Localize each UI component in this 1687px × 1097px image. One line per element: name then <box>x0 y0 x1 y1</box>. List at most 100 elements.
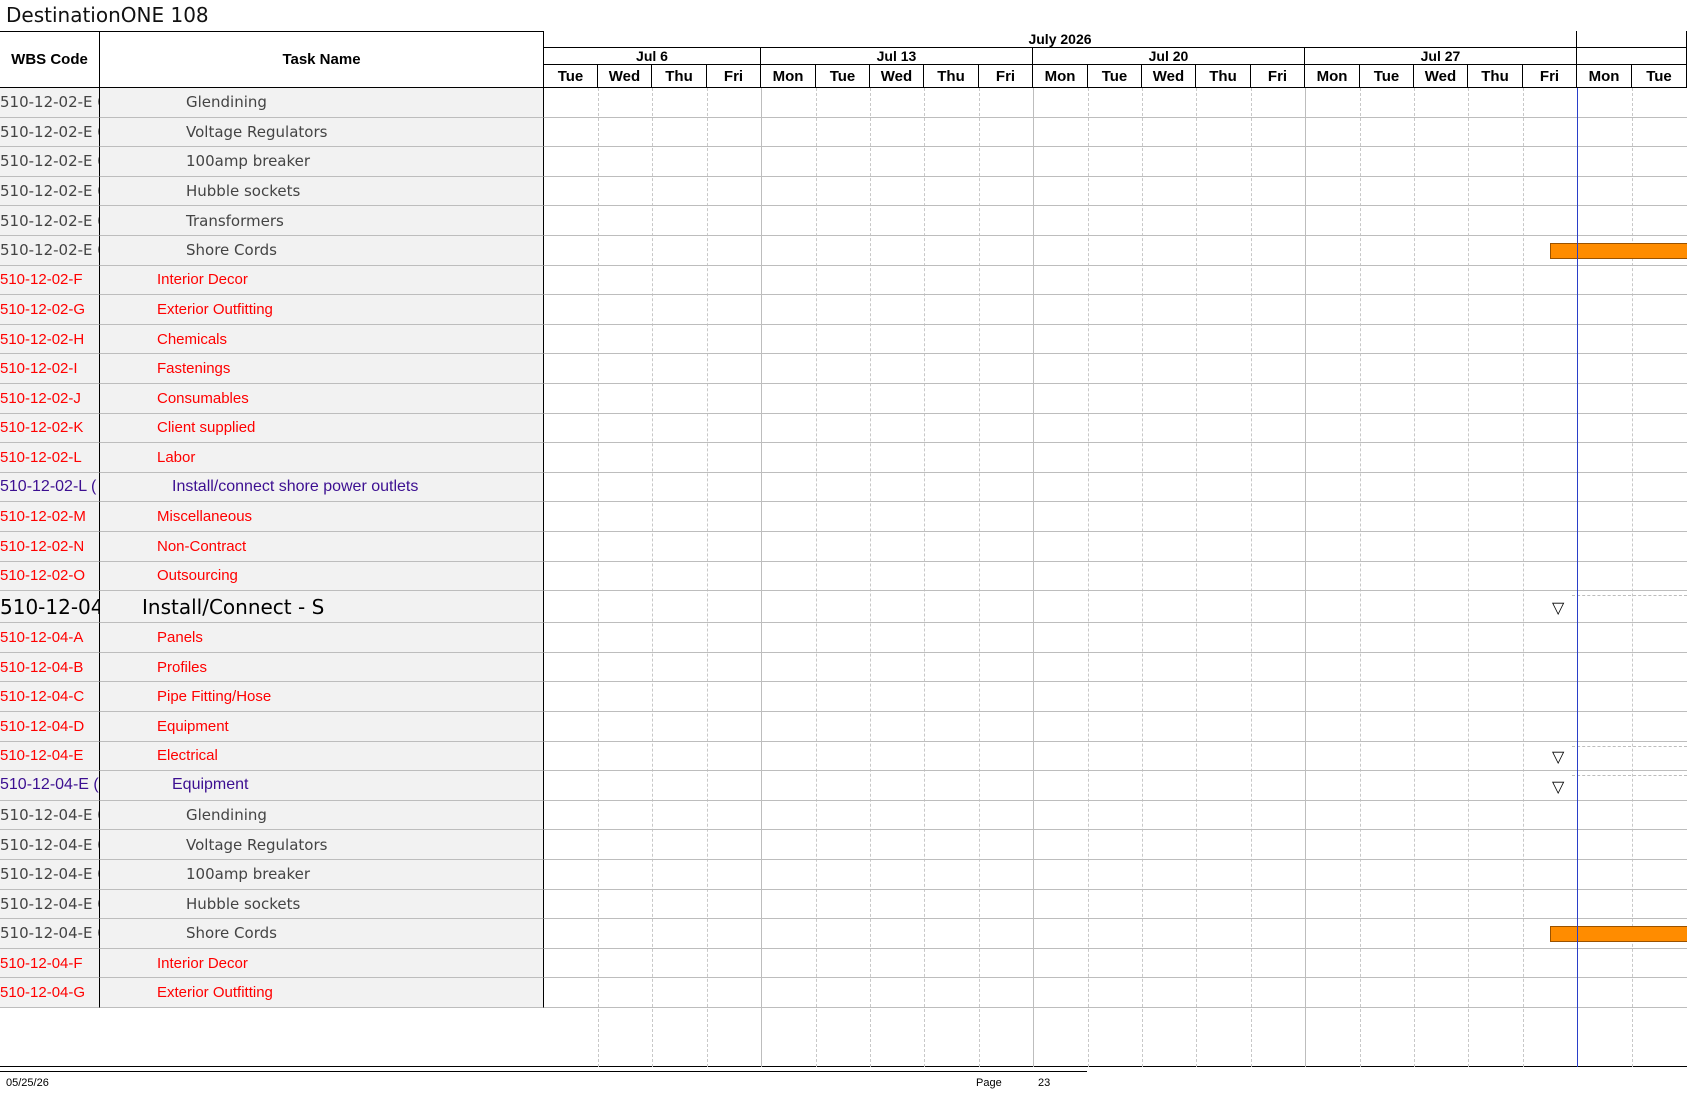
task-bar[interactable] <box>1550 242 1687 259</box>
task-bar[interactable] <box>1550 926 1687 942</box>
table-row[interactable]: 510-12-04-D Equipment <box>0 712 544 742</box>
summary-start-marker-icon[interactable]: ▽ <box>1552 750 1564 766</box>
task-name-cell[interactable]: Glendining <box>100 800 544 831</box>
wbs-code-cell[interactable]: 510-12-04-E ( <box>0 771 100 801</box>
task-name-cell[interactable]: Miscellaneous <box>100 502 544 532</box>
table-row[interactable]: 510-12-02-E 0 100amp breaker <box>0 147 544 177</box>
wbs-column-header[interactable]: WBS Code <box>0 31 100 88</box>
wbs-code-cell[interactable]: 510-12-02-L <box>0 443 100 473</box>
task-name-cell[interactable]: Hubble sockets <box>100 889 544 920</box>
task-name-cell[interactable]: 100amp breaker <box>100 860 544 890</box>
table-row[interactable]: 510-12-02-E 0 Transformers <box>0 206 544 236</box>
table-row[interactable]: 510-12-02-K Client supplied <box>0 413 544 444</box>
task-name-cell[interactable]: Consumables <box>100 384 544 414</box>
task-name-cell[interactable]: Electrical <box>100 741 544 772</box>
task-name-cell[interactable]: Shore Cords <box>100 919 544 949</box>
table-row[interactable]: 510-12-02-N Non-Contract <box>0 532 544 562</box>
table-row[interactable]: 510-12-04-E 0 Shore Cords <box>0 919 544 949</box>
task-name-cell[interactable]: Shore Cords <box>100 236 544 266</box>
wbs-code-cell[interactable]: 510-12-02-F <box>0 265 100 296</box>
task-name-cell[interactable]: Fastenings <box>100 354 544 384</box>
summary-start-marker-icon[interactable]: ▽ <box>1552 780 1564 796</box>
wbs-code-cell[interactable]: 510-12-04-B <box>0 652 100 683</box>
table-row[interactable]: 510-12-02-I Fastenings <box>0 354 544 384</box>
task-name-cell[interactable]: Transformers <box>100 206 544 236</box>
table-row[interactable]: 510-12-04-E (Equipment <box>0 771 544 801</box>
wbs-code-cell[interactable]: 510-12-02-I <box>0 354 100 384</box>
table-row[interactable]: 510-12-04-E 0 Glendining <box>0 800 544 831</box>
task-name-cell[interactable]: Non-Contract <box>100 532 544 562</box>
wbs-code-cell[interactable]: 510-12-02-E 0 <box>0 147 100 177</box>
wbs-code-cell[interactable]: 510-12-04-E 0 <box>0 860 100 890</box>
wbs-code-cell[interactable]: 510-12-02-K <box>0 413 100 444</box>
task-name-cell[interactable]: Pipe Fitting/Hose <box>100 682 544 712</box>
table-row[interactable]: 510-12-02-E 0 Glendining <box>0 88 544 118</box>
wbs-code-cell[interactable]: 510-12-02-E 0 <box>0 236 100 266</box>
wbs-code-cell[interactable]: 510-12-04-E 0 <box>0 830 100 860</box>
wbs-code-cell[interactable]: 510-12-02-G <box>0 295 100 325</box>
table-row[interactable]: 510-12-02-E 0 Voltage Regulators <box>0 117 544 148</box>
wbs-code-cell[interactable]: 510-12-04-C <box>0 682 100 712</box>
summary-start-marker-icon[interactable]: ▽ <box>1552 601 1564 617</box>
task-name-cell[interactable]: Client supplied <box>100 413 544 444</box>
task-name-cell[interactable]: Panels <box>100 623 544 653</box>
table-row[interactable]: 510-12-04-F Interior Decor <box>0 948 544 979</box>
wbs-code-cell[interactable]: 510-12-04-F <box>0 948 100 979</box>
table-row[interactable]: 510-12-04-C Pipe Fitting/Hose <box>0 682 544 712</box>
task-name-cell[interactable]: Equipment <box>100 712 544 742</box>
table-row[interactable]: 510-12-04-E 0 100amp breaker <box>0 860 544 890</box>
task-name-cell[interactable]: 100amp breaker <box>100 147 544 177</box>
task-name-cell[interactable]: Exterior Outfitting <box>100 295 544 325</box>
wbs-code-cell[interactable]: 510-12-04-E 0 <box>0 889 100 920</box>
gantt-chart-area[interactable]: ▽ ▽ ▽ <box>544 88 1687 1067</box>
task-name-cell[interactable]: Hubble sockets <box>100 176 544 207</box>
task-name-cell[interactable]: Interior Decor <box>100 948 544 979</box>
wbs-code-cell[interactable]: 510-12-04-G <box>0 978 100 1008</box>
task-name-cell[interactable]: Labor <box>100 443 544 473</box>
table-row[interactable]: 510-12-02-E 0 Hubble sockets <box>0 176 544 207</box>
table-row[interactable]: 510-12-04 Install/Connect - S <box>0 591 544 624</box>
task-name-cell[interactable]: Equipment <box>100 771 544 801</box>
wbs-code-cell[interactable]: 510-12-02-N <box>0 532 100 562</box>
wbs-code-cell[interactable]: 510-12-02-E 0 <box>0 206 100 236</box>
task-name-cell[interactable]: Interior Decor <box>100 265 544 296</box>
wbs-code-cell[interactable]: 510-12-02-E 0 <box>0 176 100 207</box>
task-name-cell[interactable]: Exterior Outfitting <box>100 978 544 1008</box>
task-name-cell[interactable]: Outsourcing <box>100 561 544 592</box>
table-row[interactable]: 510-12-04-E 0 Hubble sockets <box>0 889 544 920</box>
wbs-code-cell[interactable]: 510-12-02-O <box>0 561 100 592</box>
table-row[interactable]: 510-12-02-E 0 Shore Cords <box>0 236 544 266</box>
table-row[interactable]: 510-12-04-E 0 Voltage Regulators <box>0 830 544 860</box>
wbs-code-cell[interactable]: 510-12-04-D <box>0 712 100 742</box>
task-name-cell[interactable]: Chemicals <box>100 324 544 355</box>
task-name-cell[interactable]: Install/connect shore power outlets <box>100 472 544 503</box>
table-row[interactable]: 510-12-02-L (Install/connect shore power… <box>0 472 544 503</box>
task-name-cell[interactable]: Glendining <box>100 88 544 118</box>
table-row[interactable]: 510-12-04-G Exterior Outfitting <box>0 978 544 1008</box>
table-row[interactable]: 510-12-02-M Miscellaneous <box>0 502 544 532</box>
wbs-code-cell[interactable]: 510-12-02-M <box>0 502 100 532</box>
wbs-code-cell[interactable]: 510-12-04-E 0 <box>0 919 100 949</box>
wbs-code-cell[interactable]: 510-12-04-E 0 <box>0 800 100 831</box>
wbs-code-cell[interactable]: 510-12-04 <box>0 591 100 624</box>
wbs-code-cell[interactable]: 510-12-04-A <box>0 623 100 653</box>
table-row[interactable]: 510-12-04-B Profiles <box>0 652 544 683</box>
task-name-column-header[interactable]: Task Name <box>100 31 544 88</box>
table-row[interactable]: 510-12-04-E Electrical <box>0 741 544 772</box>
table-row[interactable]: 510-12-02-F Interior Decor <box>0 265 544 296</box>
task-name-cell[interactable]: Voltage Regulators <box>100 830 544 860</box>
table-row[interactable]: 510-12-02-H Chemicals <box>0 324 544 355</box>
task-name-cell[interactable]: Voltage Regulators <box>100 117 544 148</box>
table-row[interactable]: 510-12-02-L Labor <box>0 443 544 473</box>
table-row[interactable]: 510-12-04-A Panels <box>0 623 544 653</box>
task-name-cell[interactable]: Profiles <box>100 652 544 683</box>
wbs-code-cell[interactable]: 510-12-02-J <box>0 384 100 414</box>
task-name-cell[interactable]: Install/Connect - S <box>100 591 544 624</box>
table-row[interactable]: 510-12-02-O Outsourcing <box>0 561 544 592</box>
wbs-code-cell[interactable]: 510-12-02-E 0 <box>0 88 100 118</box>
table-row[interactable]: 510-12-02-J Consumables <box>0 384 544 414</box>
wbs-code-cell[interactable]: 510-12-02-H <box>0 324 100 355</box>
table-row[interactable]: 510-12-02-G Exterior Outfitting <box>0 295 544 325</box>
wbs-code-cell[interactable]: 510-12-02-L ( <box>0 472 100 503</box>
wbs-code-cell[interactable]: 510-12-04-E <box>0 741 100 772</box>
